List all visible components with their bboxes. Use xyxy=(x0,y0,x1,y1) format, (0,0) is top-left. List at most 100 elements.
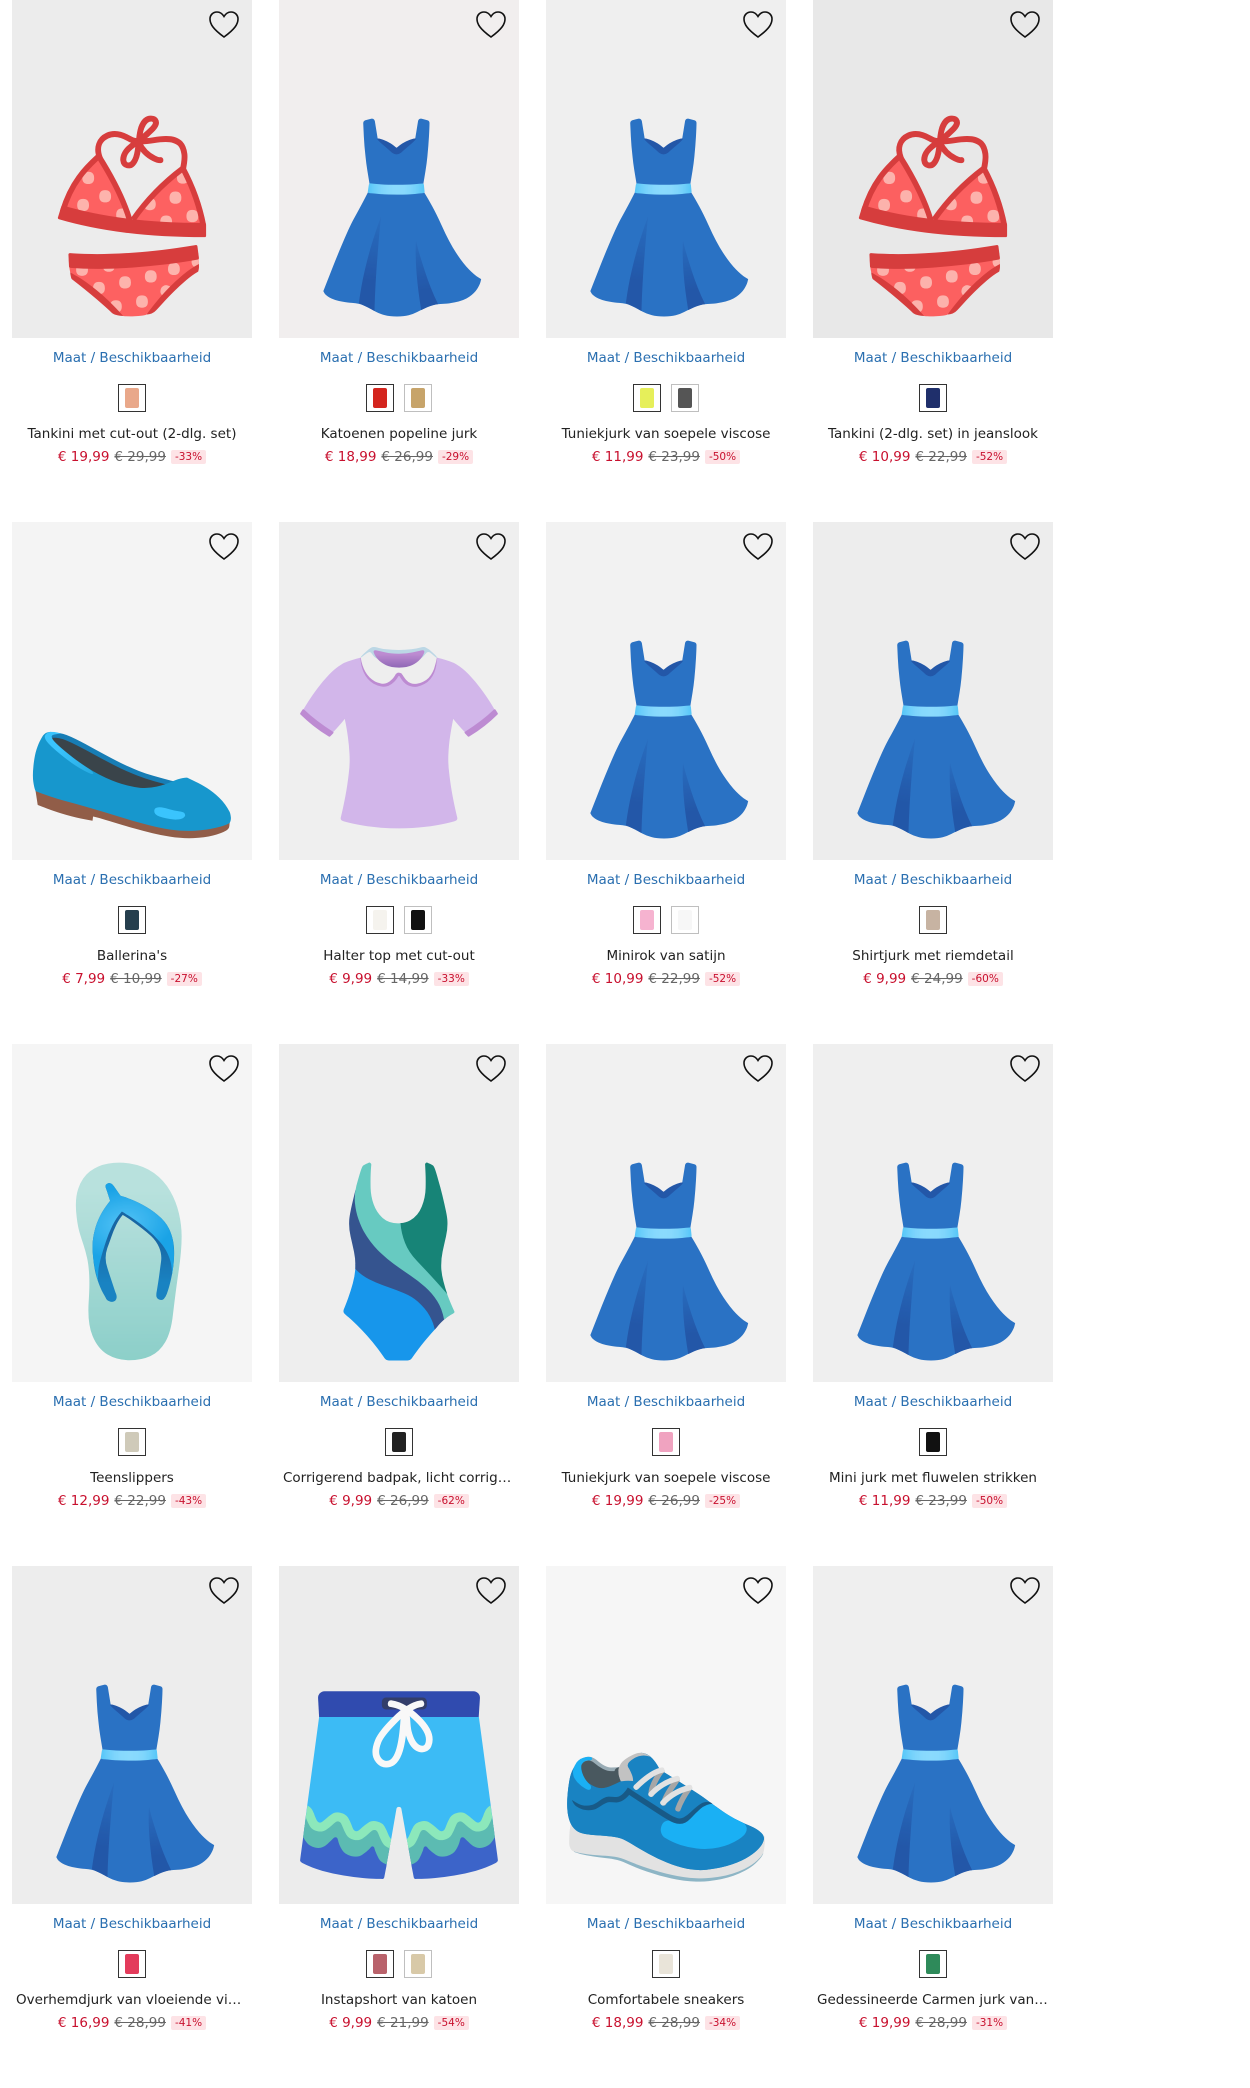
product-image[interactable]: 👗 xyxy=(546,522,786,860)
heart-icon[interactable] xyxy=(475,1054,507,1084)
product-card[interactable]: 👗 Maat / Beschikbaarheid Katoenen popeli… xyxy=(279,0,519,522)
size-availability-link[interactable]: Maat / Beschikbaarheid xyxy=(279,1394,519,1414)
product-card[interactable]: 👗 Maat / Beschikbaarheid Tuniekjurk van … xyxy=(546,0,786,522)
product-image[interactable]: 👗 xyxy=(813,1044,1053,1382)
color-swatch[interactable] xyxy=(366,1950,394,1978)
product-image[interactable]: 🩳 xyxy=(279,1566,519,1904)
product-card[interactable]: 👙 Maat / Beschikbaarheid Tankini (2-dlg.… xyxy=(813,0,1053,522)
heart-icon[interactable] xyxy=(208,10,240,40)
product-image[interactable]: 👗 xyxy=(546,1044,786,1382)
product-image[interactable]: 👟 xyxy=(546,1566,786,1904)
heart-icon[interactable] xyxy=(742,532,774,562)
size-availability-link[interactable]: Maat / Beschikbaarheid xyxy=(12,1394,252,1414)
product-title[interactable]: Teenslippers xyxy=(12,1470,252,1488)
product-card[interactable]: 🩱 Maat / Beschikbaarheid Corrigerend bad… xyxy=(279,1044,519,1566)
size-availability-link[interactable]: Maat / Beschikbaarheid xyxy=(279,872,519,892)
product-image[interactable]: 👗 xyxy=(813,1566,1053,1904)
product-card[interactable]: 👗 Maat / Beschikbaarheid Shirtjurk met r… xyxy=(813,522,1053,1044)
product-title[interactable]: Mini jurk met fluwelen strikken xyxy=(813,1470,1053,1488)
product-title[interactable]: Ballerina's xyxy=(12,948,252,966)
heart-icon[interactable] xyxy=(1009,1576,1041,1606)
size-availability-link[interactable]: Maat / Beschikbaarheid xyxy=(12,350,252,370)
heart-icon[interactable] xyxy=(475,532,507,562)
product-title[interactable]: Katoenen popeline jurk xyxy=(279,426,519,444)
color-swatch[interactable] xyxy=(671,384,699,412)
product-image[interactable]: 👗 xyxy=(813,522,1053,860)
heart-icon[interactable] xyxy=(208,532,240,562)
color-swatch[interactable] xyxy=(671,906,699,934)
size-availability-link[interactable]: Maat / Beschikbaarheid xyxy=(813,350,1053,370)
product-title[interactable]: Shirtjurk met riemdetail xyxy=(813,948,1053,966)
heart-icon[interactable] xyxy=(1009,10,1041,40)
product-image[interactable]: 👙 xyxy=(813,0,1053,338)
heart-icon[interactable] xyxy=(742,10,774,40)
product-image[interactable]: 👗 xyxy=(546,0,786,338)
color-swatch[interactable] xyxy=(404,384,432,412)
color-swatch[interactable] xyxy=(919,906,947,934)
color-swatch[interactable] xyxy=(404,1950,432,1978)
product-card[interactable]: 👗 Maat / Beschikbaarheid Tuniekjurk van … xyxy=(546,1044,786,1566)
size-availability-link[interactable]: Maat / Beschikbaarheid xyxy=(546,1394,786,1414)
color-swatch[interactable] xyxy=(385,1428,413,1456)
product-image[interactable]: 👗 xyxy=(279,0,519,338)
product-card[interactable]: 🥿 Maat / Beschikbaarheid Ballerina's € 7… xyxy=(12,522,252,1044)
product-title[interactable]: Tankini (2-dlg. set) in jeanslook xyxy=(813,426,1053,444)
product-image[interactable]: 👙 xyxy=(12,0,252,338)
size-availability-link[interactable]: Maat / Beschikbaarheid xyxy=(813,1394,1053,1414)
product-title[interactable]: Tankini met cut-out (2-dlg. set) xyxy=(12,426,252,444)
product-card[interactable]: 👗 Maat / Beschikbaarheid Mini jurk met f… xyxy=(813,1044,1053,1566)
color-swatch[interactable] xyxy=(633,384,661,412)
size-availability-link[interactable]: Maat / Beschikbaarheid xyxy=(546,872,786,892)
heart-icon[interactable] xyxy=(1009,1054,1041,1084)
product-image[interactable]: 🥿 xyxy=(12,522,252,860)
size-availability-link[interactable]: Maat / Beschikbaarheid xyxy=(12,872,252,892)
product-card[interactable]: 🩴 Maat / Beschikbaarheid Teenslippers € … xyxy=(12,1044,252,1566)
product-card[interactable]: 🩳 Maat / Beschikbaarheid Instapshort van… xyxy=(279,1566,519,2088)
product-title[interactable]: Gedessineerde Carmen jurk van puur katoe… xyxy=(813,1992,1053,2010)
color-swatch[interactable] xyxy=(919,384,947,412)
heart-icon[interactable] xyxy=(1009,532,1041,562)
heart-icon[interactable] xyxy=(475,10,507,40)
color-swatch[interactable] xyxy=(118,1428,146,1456)
product-card[interactable]: 👚 Maat / Beschikbaarheid Halter top met … xyxy=(279,522,519,1044)
size-availability-link[interactable]: Maat / Beschikbaarheid xyxy=(813,872,1053,892)
color-swatch[interactable] xyxy=(366,906,394,934)
color-swatch[interactable] xyxy=(118,1950,146,1978)
product-card[interactable]: 👟 Maat / Beschikbaarheid Comfortabele sn… xyxy=(546,1566,786,2088)
size-availability-link[interactable]: Maat / Beschikbaarheid xyxy=(546,1916,786,1936)
size-availability-link[interactable]: Maat / Beschikbaarheid xyxy=(12,1916,252,1936)
color-swatch[interactable] xyxy=(633,906,661,934)
color-swatch[interactable] xyxy=(919,1950,947,1978)
product-title[interactable]: Comfortabele sneakers xyxy=(546,1992,786,2010)
product-card[interactable]: 👙 Maat / Beschikbaarheid Tankini met cut… xyxy=(12,0,252,522)
color-swatch[interactable] xyxy=(118,906,146,934)
size-availability-link[interactable]: Maat / Beschikbaarheid xyxy=(813,1916,1053,1936)
product-title[interactable]: Instapshort van katoen xyxy=(279,1992,519,2010)
size-availability-link[interactable]: Maat / Beschikbaarheid xyxy=(279,350,519,370)
product-card[interactable]: 👗 Maat / Beschikbaarheid Minirok van sat… xyxy=(546,522,786,1044)
product-image[interactable]: 🩴 xyxy=(12,1044,252,1382)
product-title[interactable]: Tuniekjurk van soepele viscose xyxy=(546,426,786,444)
color-swatch[interactable] xyxy=(919,1428,947,1456)
heart-icon[interactable] xyxy=(208,1576,240,1606)
product-title[interactable]: Minirok van satijn xyxy=(546,948,786,966)
product-image[interactable]: 🩱 xyxy=(279,1044,519,1382)
product-title[interactable]: Tuniekjurk van soepele viscose xyxy=(546,1470,786,1488)
color-swatch[interactable] xyxy=(366,384,394,412)
size-availability-link[interactable]: Maat / Beschikbaarheid xyxy=(546,350,786,370)
product-title[interactable]: Halter top met cut-out xyxy=(279,948,519,966)
size-availability-link[interactable]: Maat / Beschikbaarheid xyxy=(279,1916,519,1936)
product-title[interactable]: Overhemdjurk van vloeiende viscose xyxy=(12,1992,252,2010)
heart-icon[interactable] xyxy=(742,1576,774,1606)
color-swatch[interactable] xyxy=(652,1428,680,1456)
heart-icon[interactable] xyxy=(742,1054,774,1084)
heart-icon[interactable] xyxy=(208,1054,240,1084)
heart-icon[interactable] xyxy=(475,1576,507,1606)
product-image[interactable]: 👗 xyxy=(12,1566,252,1904)
product-title[interactable]: Corrigerend badpak, licht corrigerend xyxy=(279,1470,519,1488)
product-card[interactable]: 👗 Maat / Beschikbaarheid Gedessineerde C… xyxy=(813,1566,1053,2088)
color-swatch[interactable] xyxy=(652,1950,680,1978)
product-image[interactable]: 👚 xyxy=(279,522,519,860)
color-swatch[interactable] xyxy=(404,906,432,934)
product-card[interactable]: 👗 Maat / Beschikbaarheid Overhemdjurk va… xyxy=(12,1566,252,2088)
